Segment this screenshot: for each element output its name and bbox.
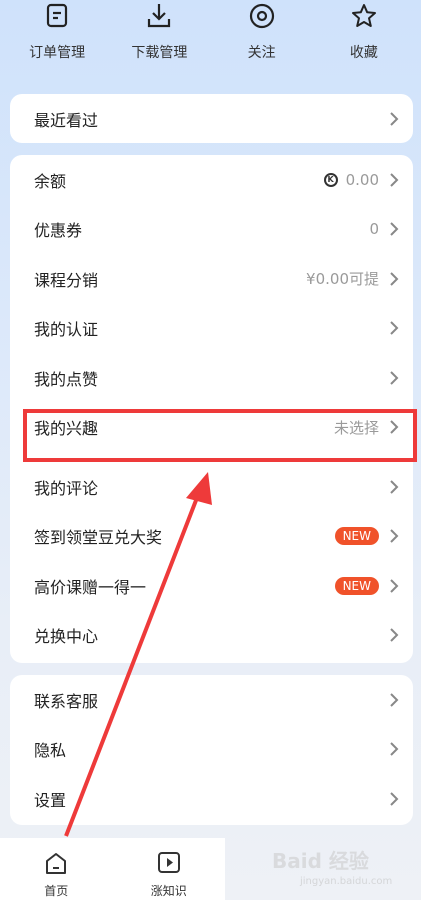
privacy-row[interactable]: 隐私 [10, 725, 413, 775]
tab-home[interactable]: 首页 [0, 838, 113, 900]
chevron-right-icon [390, 480, 399, 494]
download-icon [148, 4, 171, 28]
chevron-right-icon [390, 792, 399, 806]
balance-row[interactable]: 余额 K 0.00 [10, 155, 413, 205]
follow-label: 关注 [247, 45, 276, 61]
recent-row[interactable]: 最近看过 [10, 94, 413, 143]
order-management-label: 订单管理 [29, 45, 86, 61]
recent-card: 最近看过 [10, 94, 413, 143]
likes-label: 我的点赞 [34, 369, 99, 389]
home-icon [46, 853, 67, 874]
premium-course-label: 高价课赠一得一 [34, 577, 147, 597]
support-card: 联系客服 隐私 设置 [10, 675, 413, 825]
bottom-tab-bar: 首页 涨知识 [0, 838, 225, 900]
tab-knowledge[interactable]: 涨知识 [113, 838, 226, 900]
coupon-label: 优惠券 [34, 221, 83, 241]
certification-label: 我的认证 [34, 320, 99, 340]
order-management-button[interactable]: 订单管理 [7, 0, 107, 80]
highlight-box [23, 409, 417, 462]
settings-label: 设置 [34, 790, 67, 810]
star-icon [351, 4, 376, 27]
watermark-url: jingyan.baidu.com [300, 876, 393, 887]
tab-home-label: 首页 [44, 884, 69, 898]
course-distribution-value: ¥0.00可提 [306, 270, 379, 289]
chevron-right-icon [390, 222, 399, 236]
coupon-value: 0 [369, 220, 379, 239]
follow-button[interactable]: 关注 [212, 0, 312, 80]
comments-label: 我的评论 [34, 478, 99, 498]
new-badge: NEW [334, 576, 379, 595]
chevron-right-icon [390, 529, 399, 543]
premium-course-row[interactable]: 高价课赠一得一 NEW [10, 561, 413, 611]
chevron-right-icon [390, 693, 399, 707]
coin-icon: K [323, 172, 338, 187]
checkin-label: 签到领堂豆兑大奖 [34, 528, 163, 548]
order-icon [47, 3, 68, 28]
certification-row[interactable]: 我的认证 [10, 304, 413, 354]
customer-service-row[interactable]: 联系客服 [10, 675, 413, 725]
download-management-button[interactable]: 下载管理 [109, 0, 209, 80]
coupon-row[interactable]: 优惠券 0 [10, 205, 413, 255]
chevron-right-icon [390, 371, 399, 385]
chevron-right-icon [390, 111, 399, 126]
chevron-right-icon [390, 173, 399, 187]
watermark-logo: Baid 经验 [272, 849, 369, 873]
download-management-label: 下载管理 [131, 45, 188, 61]
course-distribution-row[interactable]: 课程分销 ¥0.00可提 [10, 254, 413, 304]
checkin-row[interactable]: 签到领堂豆兑大奖 NEW [10, 512, 413, 562]
redeem-center-row[interactable]: 兑换中心 [10, 611, 413, 661]
likes-row[interactable]: 我的点赞 [10, 353, 413, 403]
recent-label: 最近看过 [34, 110, 99, 130]
comments-row[interactable]: 我的评论 [10, 462, 413, 512]
privacy-label: 隐私 [34, 741, 67, 761]
balance-label: 余额 [34, 171, 67, 191]
chevron-right-icon [390, 742, 399, 756]
chevron-right-icon [390, 579, 399, 593]
favorites-label: 收藏 [349, 45, 378, 61]
chevron-right-icon [390, 628, 399, 642]
tab-knowledge-label: 涨知识 [150, 884, 187, 898]
top-shortcuts: 订单管理 下载管理 关注 收藏 [0, 0, 421, 80]
favorites-button[interactable]: 收藏 [314, 0, 414, 80]
balance-value: 0.00 [345, 170, 379, 189]
new-badge: NEW [334, 527, 379, 546]
redeem-center-label: 兑换中心 [34, 627, 99, 647]
customer-service-label: 联系客服 [34, 691, 99, 711]
video-icon [157, 852, 180, 873]
course-distribution-label: 课程分销 [34, 270, 99, 290]
settings-row[interactable]: 设置 [10, 774, 413, 824]
follow-icon [249, 3, 274, 29]
chevron-right-icon [390, 272, 399, 286]
chevron-right-icon [390, 321, 399, 335]
